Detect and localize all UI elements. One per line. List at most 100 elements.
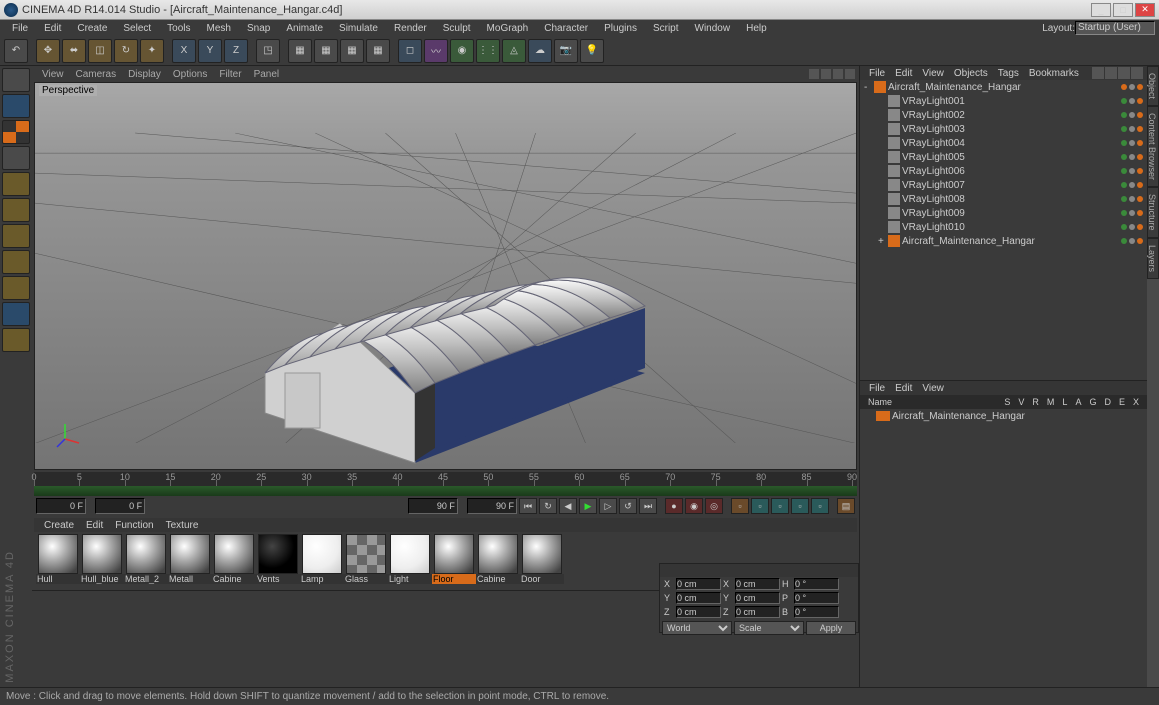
nav2-icon[interactable] [821, 69, 831, 79]
objmenu-edit[interactable]: Edit [890, 68, 917, 79]
object-row[interactable]: VRayLight001 [860, 94, 1147, 108]
object-row[interactable]: VRayLight005 [860, 150, 1147, 164]
end-range-field[interactable]: 90 F [408, 498, 458, 514]
object-tree[interactable]: -Aircraft_Maintenance_HangarVRayLight001… [860, 80, 1147, 380]
material-metall_2[interactable]: Metall_2 [124, 534, 168, 586]
nav4-icon[interactable] [845, 69, 855, 79]
objmenu-file[interactable]: File [864, 68, 890, 79]
move-tool[interactable]: ⬌ [62, 39, 86, 63]
attrmenu-view[interactable]: View [917, 383, 949, 394]
objmenu-objects[interactable]: Objects [949, 68, 993, 79]
render-dot-icon[interactable] [1129, 182, 1135, 188]
tag-dot-icon[interactable] [1137, 224, 1143, 230]
lock-button[interactable] [2, 328, 30, 352]
material-vents[interactable]: Vents [256, 534, 300, 586]
visibility-dot-icon[interactable] [1121, 84, 1127, 90]
objmenu-view[interactable]: View [917, 68, 949, 79]
material-cabine[interactable]: Cabine [476, 534, 520, 586]
render-dot-icon[interactable] [1129, 154, 1135, 160]
x-axis-lock[interactable]: X [172, 39, 196, 63]
tag-dot-icon[interactable] [1137, 98, 1143, 104]
menu-sculpt[interactable]: Sculpt [435, 23, 479, 34]
pos-key-button[interactable]: ▫ [731, 498, 749, 514]
menu-animate[interactable]: Animate [278, 23, 331, 34]
render-dot-icon[interactable] [1129, 126, 1135, 132]
matmenu-edit[interactable]: Edit [80, 520, 109, 531]
viewmenu-display[interactable]: Display [122, 69, 167, 80]
tag-dot-icon[interactable] [1137, 210, 1143, 216]
end-frame-field[interactable]: 90 F [467, 498, 517, 514]
tag-dot-icon[interactable] [1137, 182, 1143, 188]
eye-icon[interactable] [1118, 67, 1130, 79]
texture-mode-button[interactable] [2, 120, 30, 144]
nav1-icon[interactable] [809, 69, 819, 79]
visibility-dot-icon[interactable] [1121, 112, 1127, 118]
tag-dot-icon[interactable] [1137, 168, 1143, 174]
coord-size-field[interactable] [735, 592, 780, 604]
matmenu-texture[interactable]: Texture [160, 520, 205, 531]
goto-start-button[interactable]: ⏮ [519, 498, 537, 514]
undo-button[interactable]: ↶ [4, 39, 28, 63]
object-row[interactable]: VRayLight008 [860, 192, 1147, 206]
layer-color-swatch[interactable] [876, 411, 890, 421]
prev-frame-button[interactable]: ◀ [559, 498, 577, 514]
tag-dot-icon[interactable] [1137, 238, 1143, 244]
viewmenu-view[interactable]: View [36, 69, 70, 80]
visibility-dot-icon[interactable] [1121, 168, 1127, 174]
param-key-button[interactable]: ▫ [791, 498, 809, 514]
attrmenu-file[interactable]: File [864, 383, 890, 394]
material-hull_blue[interactable]: Hull_blue [80, 534, 124, 586]
current-frame-field[interactable]: 0 F [95, 498, 145, 514]
coord-rot-field[interactable] [794, 578, 839, 590]
tag-dot-icon[interactable] [1137, 196, 1143, 202]
menu-window[interactable]: Window [687, 23, 739, 34]
picture-viewer-button[interactable]: ▦ [366, 39, 390, 63]
material-hull[interactable]: Hull [36, 534, 80, 586]
menu-select[interactable]: Select [115, 23, 159, 34]
object-row[interactable]: VRayLight002 [860, 108, 1147, 122]
render-view-button[interactable]: ▦ [288, 39, 312, 63]
deformer-button[interactable]: ◬ [502, 39, 526, 63]
object-row[interactable]: -Aircraft_Maintenance_Hangar [860, 80, 1147, 94]
timeline-options-button[interactable]: ▤ [837, 498, 855, 514]
view-icon[interactable] [1131, 67, 1143, 79]
array-button[interactable]: ⋮⋮ [476, 39, 500, 63]
close-button[interactable]: ✕ [1135, 3, 1155, 17]
material-floor[interactable]: Floor [432, 534, 476, 586]
layer-row[interactable]: Aircraft_Maintenance_Hangar [860, 409, 1147, 423]
tag-dot-icon[interactable] [1137, 140, 1143, 146]
coord-pos-field[interactable] [676, 606, 721, 618]
material-glass[interactable]: Glass [344, 534, 388, 586]
render-settings-button[interactable]: ▦ [340, 39, 364, 63]
material-cabine[interactable]: Cabine [212, 534, 256, 586]
render-dot-icon[interactable] [1129, 224, 1135, 230]
snap-button[interactable] [2, 302, 30, 326]
light-button[interactable]: 💡 [580, 39, 604, 63]
matmenu-function[interactable]: Function [109, 520, 159, 531]
scale-key-button[interactable]: ▫ [751, 498, 769, 514]
visibility-dot-icon[interactable] [1121, 140, 1127, 146]
menu-file[interactable]: File [4, 23, 36, 34]
visibility-dot-icon[interactable] [1121, 238, 1127, 244]
record-button[interactable]: ● [665, 498, 683, 514]
viewmenu-cameras[interactable]: Cameras [70, 69, 123, 80]
menu-edit[interactable]: Edit [36, 23, 69, 34]
coord-grip[interactable] [660, 564, 858, 577]
objmenu-bookmarks[interactable]: Bookmarks [1024, 68, 1084, 79]
menu-help[interactable]: Help [738, 23, 775, 34]
play-button[interactable]: ▶ [579, 498, 597, 514]
menu-render[interactable]: Render [386, 23, 435, 34]
object-row[interactable]: +Aircraft_Maintenance_Hangar [860, 234, 1147, 248]
objmenu-tags[interactable]: Tags [993, 68, 1024, 79]
material-metall[interactable]: Metall [168, 534, 212, 586]
coord-mode-select[interactable]: Scale [734, 621, 804, 635]
environment-button[interactable]: ☁ [528, 39, 552, 63]
model-mode-button[interactable] [2, 94, 30, 118]
last-tool-button[interactable]: ✦ [140, 39, 164, 63]
menu-snap[interactable]: Snap [239, 23, 278, 34]
visibility-dot-icon[interactable] [1121, 196, 1127, 202]
menu-script[interactable]: Script [645, 23, 687, 34]
render-dot-icon[interactable] [1129, 196, 1135, 202]
menu-mesh[interactable]: Mesh [199, 23, 239, 34]
material-door[interactable]: Door [520, 534, 564, 586]
